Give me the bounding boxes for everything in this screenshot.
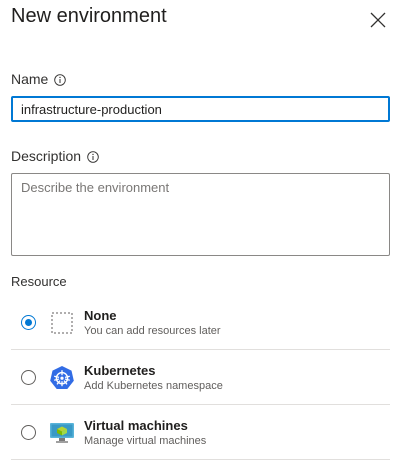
name-label: Name — [11, 71, 49, 87]
description-info-icon[interactable] — [87, 150, 99, 163]
resource-virtual-machines-title: Virtual machines — [84, 417, 188, 433]
name-input[interactable] — [11, 96, 390, 122]
resource-none-title: None — [84, 307, 117, 323]
resource-virtual-machines-radio[interactable] — [21, 425, 36, 440]
resource-kubernetes-title: Kubernetes — [84, 362, 156, 378]
resource-kubernetes-subtitle: Add Kubernetes namespace — [84, 379, 223, 392]
description-textarea[interactable] — [11, 173, 390, 256]
resource-option-virtual-machines[interactable]: Virtual machines Manage virtual machines — [11, 406, 390, 460]
dotted-square-icon — [49, 310, 75, 336]
close-button[interactable] — [368, 10, 388, 30]
name-info-icon[interactable] — [54, 73, 67, 86]
resource-option-none[interactable]: None You can add resources later — [11, 296, 390, 350]
name-label-row: Name — [11, 71, 67, 87]
resource-label: Resource — [11, 274, 67, 289]
resource-kubernetes-radio[interactable] — [21, 370, 36, 385]
resource-virtual-machines-subtitle: Manage virtual machines — [84, 434, 207, 447]
panel-title: New environment — [11, 5, 167, 27]
description-label-row: Description — [11, 148, 99, 164]
virtual-machine-icon — [49, 420, 75, 446]
description-label: Description — [11, 148, 82, 164]
kubernetes-icon — [49, 365, 75, 391]
resource-option-kubernetes[interactable]: Kubernetes Add Kubernetes namespace — [11, 351, 390, 405]
new-environment-panel: New environment Name Description — [0, 0, 400, 471]
close-icon — [370, 12, 386, 28]
resource-none-subtitle: You can add resources later — [84, 324, 221, 337]
resource-none-radio[interactable] — [21, 315, 36, 330]
